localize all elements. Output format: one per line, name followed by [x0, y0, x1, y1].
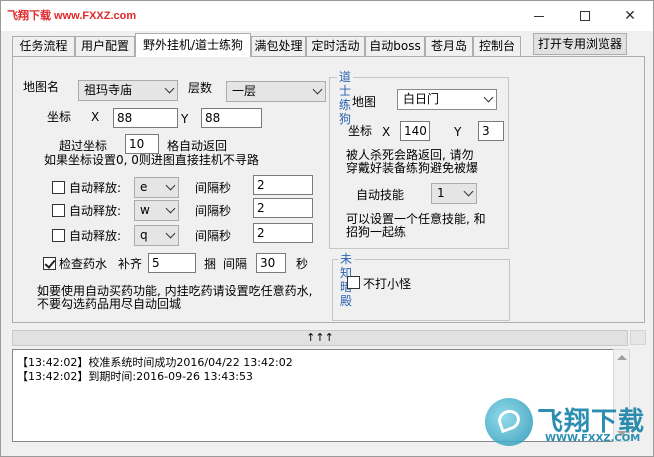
map-name-value: 祖玛寺庙	[84, 83, 133, 97]
tab-timed-events[interactable]: 定时活动	[306, 36, 365, 56]
interval-label: 间隔秒	[195, 204, 232, 218]
restock-unit: 捆	[204, 257, 217, 271]
interval-label: 间隔秒	[195, 229, 232, 243]
unknown-hall-groupbox	[332, 259, 510, 321]
maximize-button[interactable]	[562, 1, 608, 31]
check-potion-label: 检查药水	[59, 257, 108, 271]
close-button[interactable]: ✕	[607, 1, 653, 31]
auto-cast-key: e	[140, 180, 148, 194]
auto-skill-value: 1	[437, 186, 445, 200]
auto-cast-label: 自动释放:	[69, 181, 122, 195]
potion-interval-input[interactable]: 30	[256, 253, 286, 273]
exceed-suffix: 格自动返回	[167, 139, 228, 153]
taoist-group-title: 道士练狗	[337, 70, 354, 126]
expand-toggle-bar[interactable]: ↑↑↑	[12, 330, 628, 346]
logo-subtext: WWW.FXXZ.COM	[545, 433, 641, 444]
auto-skill-label: 自动技能	[356, 188, 405, 202]
floor-value: 一层	[232, 84, 257, 98]
exceed-label: 超过坐标	[59, 139, 108, 153]
floor-select[interactable]: 一层	[226, 81, 326, 102]
taoist-map-value: 白日门	[403, 92, 440, 106]
taoist-x-input[interactable]: 140	[400, 121, 430, 141]
scroll-up-icon[interactable]	[617, 355, 627, 360]
x-coord-input[interactable]: 88	[113, 108, 178, 128]
chevron-down-icon	[165, 203, 176, 214]
taoist-coord-label: 坐标	[348, 124, 373, 138]
interval-label: 间隔秒	[195, 181, 232, 195]
minimize-button[interactable]	[516, 1, 562, 31]
tab-cangyue-island[interactable]: 苍月岛	[425, 36, 473, 56]
corner-scroll-box	[630, 330, 646, 345]
exceed-input[interactable]: 10	[125, 134, 159, 154]
taoist-note-4: 招狗一起练	[346, 225, 407, 239]
minimize-icon	[534, 15, 544, 17]
chevron-down-icon	[165, 228, 176, 239]
tab-full-bag[interactable]: 满包处理	[251, 36, 306, 56]
map-name-select[interactable]: 祖玛寺庙	[78, 80, 178, 101]
auto-cast-key: w	[140, 203, 150, 217]
auto-cast-checkbox[interactable]	[52, 229, 65, 242]
taoist-map-label: 地图	[352, 95, 377, 109]
chevron-down-icon	[165, 180, 176, 191]
title-bar: 飞翔下载 www.FXXZ.com ✕	[1, 1, 653, 31]
no-small-monster-checkbox[interactable]	[347, 276, 360, 289]
taoist-y-input[interactable]: 3	[478, 121, 504, 141]
auto-cast-checkbox[interactable]	[52, 181, 65, 194]
auto-cast-key: q	[140, 228, 148, 242]
potion-interval-label: 间隔	[223, 257, 248, 271]
chevron-down-icon	[164, 83, 175, 94]
y-coord-input[interactable]: 88	[201, 108, 262, 128]
coord-label: 坐标	[47, 110, 72, 124]
floor-label: 层数	[188, 81, 213, 95]
auto-cast-label: 自动释放:	[69, 204, 122, 218]
map-name-label: 地图名	[23, 80, 60, 94]
taoist-x-label: X	[382, 125, 391, 139]
auto-cast-label: 自动释放:	[69, 229, 122, 243]
x-label: X	[91, 110, 100, 124]
tab-auto-boss[interactable]: 自动boss	[365, 36, 425, 56]
chevron-down-icon	[463, 186, 474, 197]
chevron-down-icon	[483, 92, 494, 103]
auto-cast-key-select[interactable]: e	[134, 177, 179, 198]
auto-skill-select[interactable]: 1	[431, 183, 477, 204]
close-icon: ✕	[624, 8, 636, 24]
taoist-y-label: Y	[454, 125, 462, 139]
check-potion-checkbox[interactable]	[43, 257, 56, 270]
taoist-map-select[interactable]: 白日门	[397, 89, 497, 110]
maximize-icon	[580, 11, 590, 21]
no-small-monster-label: 不打小怪	[363, 277, 412, 291]
potion-note-2: 不要勾选药品用尽自动回城	[37, 297, 182, 311]
auto-cast-key-select[interactable]: w	[134, 200, 179, 221]
auto-cast-key-select[interactable]: q	[134, 225, 179, 246]
interval-input[interactable]: 2	[253, 223, 313, 243]
tab-field-hang[interactable]: 野外挂机/道士练狗	[135, 33, 251, 57]
tab-user-config[interactable]: 用户配置	[75, 36, 135, 56]
app-window: 飞翔下载 www.FXXZ.com ✕ 任务流程 用户配置 野外挂机/道士练狗 …	[0, 0, 654, 457]
taoist-note-2: 穿戴好装备练狗避免被爆	[346, 161, 479, 175]
interval-input[interactable]: 2	[253, 175, 313, 195]
open-browser-button[interactable]: 打开专用浏览器	[533, 33, 627, 55]
tab-console[interactable]: 控制台	[473, 36, 521, 56]
auto-cast-checkbox[interactable]	[52, 204, 65, 217]
restock-input[interactable]: 5	[148, 253, 196, 273]
seconds-label: 秒	[296, 257, 309, 271]
chevron-down-icon	[312, 84, 323, 95]
interval-input[interactable]: 2	[253, 198, 313, 218]
log-line: 【13:42:02】到期时间:2016-09-26 13:43:53	[17, 370, 253, 383]
y-label: Y	[181, 112, 189, 126]
coord-note: 如果坐标设置0, 0则进图直接挂机不寻路	[44, 153, 259, 167]
restock-label: 补齐	[118, 257, 143, 271]
tab-task-flow[interactable]: 任务流程	[12, 36, 75, 56]
watermark-text: 飞翔下载 www.FXXZ.com	[7, 10, 137, 22]
